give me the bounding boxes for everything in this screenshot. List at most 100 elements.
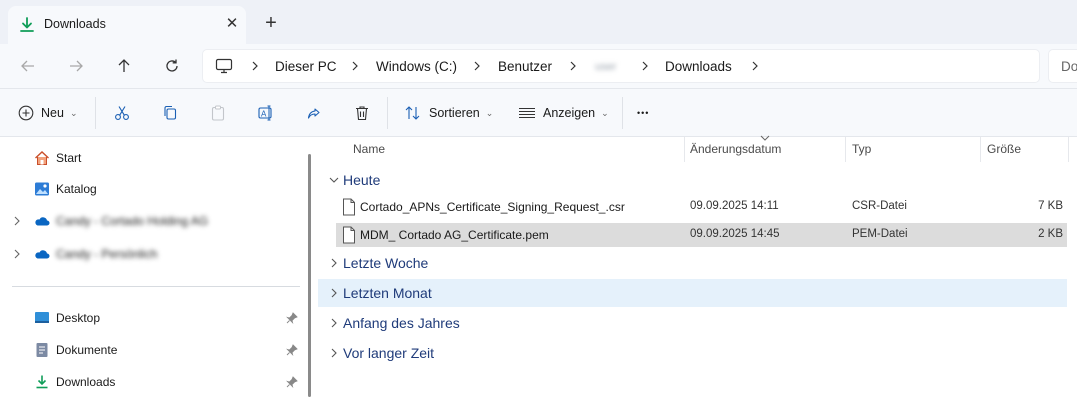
onedrive-icon <box>35 250 50 259</box>
view-list-icon <box>519 107 535 119</box>
more-icon: ••• <box>637 108 650 118</box>
nav-item-desktop[interactable]: Desktop <box>0 304 300 332</box>
tab-title: Downloads <box>44 17 106 31</box>
home-icon <box>35 151 49 165</box>
nav-scrollbar-thumb[interactable] <box>308 154 311 397</box>
nav-item-onedrive-business[interactable]: Candy - Cortado Holding AG <box>0 207 300 235</box>
computer-icon <box>215 58 233 74</box>
chevron-right-icon[interactable] <box>349 58 361 74</box>
nav-divider <box>12 286 300 287</box>
download-icon <box>20 17 34 32</box>
group-label: Letzte Woche <box>343 255 429 271</box>
paste-button[interactable] <box>210 101 226 125</box>
breadcrumb-windows-c[interactable]: Windows (C:) <box>376 59 457 74</box>
column-divider[interactable] <box>980 137 981 162</box>
chevron-right-icon[interactable] <box>471 58 483 74</box>
group-header-today[interactable]: Heute <box>318 166 1067 194</box>
group-header-last-week[interactable]: Letzte Woche <box>318 249 1067 277</box>
forward-button[interactable] <box>62 52 90 80</box>
documents-icon <box>36 343 48 357</box>
chevron-right-icon[interactable] <box>639 58 651 74</box>
sort-button-label: Sortieren <box>429 106 480 120</box>
clipboard-icon <box>211 105 225 121</box>
nav-item-label: Dokumente <box>56 343 118 357</box>
chevron-right-icon[interactable] <box>249 58 261 74</box>
trash-icon <box>356 106 368 121</box>
file-row[interactable]: Cortado_APNs_Certificate_Signing_Request… <box>336 195 1067 219</box>
chevron-right-icon[interactable] <box>11 214 23 228</box>
rename-button[interactable]: A <box>258 101 274 125</box>
nav-item-start[interactable]: Start <box>0 144 300 172</box>
group-label: Vor langer Zeit <box>343 345 435 361</box>
chevron-right-icon <box>331 288 337 298</box>
up-button[interactable] <box>110 52 138 80</box>
share-button[interactable] <box>306 101 322 125</box>
downloads-icon <box>36 375 48 389</box>
search-placeholder: Do <box>1061 59 1077 74</box>
breadcrumb-downloads[interactable]: Downloads <box>665 59 732 74</box>
chevron-down-icon: ⌄ <box>69 107 78 118</box>
nav-item-label: Candy - Persönlich <box>56 247 158 261</box>
new-button[interactable]: Neu ⌄ <box>18 101 77 125</box>
nav-item-downloads[interactable]: Downloads <box>0 368 300 396</box>
file-date: 09.09.2025 14:45 <box>690 228 780 240</box>
column-divider[interactable] <box>1068 137 1069 162</box>
onedrive-icon <box>35 217 50 226</box>
gallery-icon <box>35 182 49 196</box>
group-header-last-month[interactable]: Letzten Monat <box>318 279 1067 307</box>
nav-item-documents[interactable]: Dokumente <box>0 336 300 364</box>
column-header-type[interactable]: Typ <box>852 142 871 156</box>
sort-button[interactable]: Sortieren ⌄ <box>404 101 493 125</box>
search-input[interactable]: Do <box>1048 49 1077 83</box>
scissors-icon <box>115 106 129 120</box>
view-button-label: Anzeigen <box>543 106 596 120</box>
more-options-button[interactable]: ••• <box>637 101 649 125</box>
tab-close-button[interactable]: ✕ <box>222 14 242 34</box>
column-divider[interactable] <box>684 137 685 162</box>
new-tab-button[interactable]: + <box>259 12 283 36</box>
column-header-date[interactable]: Änderungsdatum <box>690 142 781 156</box>
file-type: PEM-Datei <box>852 228 908 240</box>
chevron-down-icon: ⌄ <box>601 107 609 118</box>
refresh-button[interactable] <box>158 52 186 80</box>
chevron-right-icon[interactable] <box>11 247 23 261</box>
group-header-long-ago[interactable]: Vor langer Zeit <box>318 339 1067 367</box>
pin-icon[interactable] <box>286 376 298 388</box>
desktop-icon <box>35 312 49 323</box>
breadcrumb-this-pc[interactable]: Dieser PC <box>275 59 337 74</box>
view-button[interactable]: Anzeigen ⌄ <box>518 101 609 125</box>
column-divider[interactable] <box>845 137 846 162</box>
nav-item-onedrive-personal[interactable]: Candy - Persönlich <box>0 240 300 268</box>
group-label: Anfang des Jahres <box>343 315 460 331</box>
file-list: Name Änderungsdatum Typ Größe Heute Cort… <box>318 135 1077 397</box>
nav-item-label: Candy - Cortado Holding AG <box>56 214 209 228</box>
nav-scrollbar[interactable] <box>303 137 317 397</box>
address-bar[interactable]: Dieser PC Windows (C:) Benutzer user Dow… <box>202 49 1040 83</box>
copy-button[interactable] <box>162 101 178 125</box>
back-button[interactable] <box>14 52 42 80</box>
file-name: Cortado_APNs_Certificate_Signing_Request… <box>360 200 625 214</box>
delete-button[interactable] <box>354 101 370 125</box>
copy-icon <box>164 105 177 120</box>
pin-icon[interactable] <box>286 312 298 324</box>
cut-button[interactable] <box>114 101 130 125</box>
chevron-down-icon <box>329 177 339 183</box>
breadcrumb-user[interactable]: user <box>595 61 616 73</box>
rename-icon: A <box>258 105 272 121</box>
file-row-selected[interactable]: MDM_ Cortado AG_Certificate.pem 09.09.20… <box>336 223 1067 247</box>
column-header-size[interactable]: Größe <box>987 142 1021 156</box>
tab-downloads[interactable]: Downloads ✕ <box>8 6 246 44</box>
chevron-right-icon[interactable] <box>749 58 761 74</box>
chevron-right-icon[interactable] <box>567 58 579 74</box>
arrow-left-icon <box>21 60 34 72</box>
group-header-earlier-this-year[interactable]: Anfang des Jahres <box>318 309 1067 337</box>
address-row: Dieser PC Windows (C:) Benutzer user Dow… <box>0 44 1077 89</box>
chevron-down-icon: ⌄ <box>485 107 494 118</box>
column-header-name[interactable]: Name <box>353 142 385 156</box>
command-bar: Neu ⌄ A Sortieren ⌄ Anzeigen ⌄ ••• <box>0 89 1077 137</box>
file-date: 09.09.2025 14:11 <box>690 200 779 212</box>
nav-item-label: Start <box>56 151 82 165</box>
breadcrumb-benutzer[interactable]: Benutzer <box>498 59 552 74</box>
pin-icon[interactable] <box>286 344 298 356</box>
nav-item-gallery[interactable]: Katalog <box>0 175 300 203</box>
